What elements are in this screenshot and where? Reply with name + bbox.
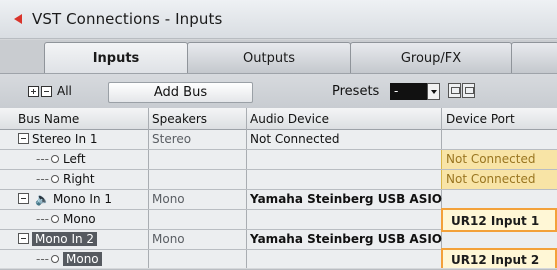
presets-label: Presets (332, 84, 380, 99)
save-preset-icon[interactable] (448, 83, 461, 98)
title-bar[interactable]: VST Connections - Inputs (0, 0, 557, 39)
channel-dot-icon (51, 215, 59, 223)
collapse-all-icon[interactable] (41, 85, 52, 97)
bus-name: Mono (63, 212, 96, 226)
header-bus-name[interactable]: Bus Name (18, 112, 79, 126)
bus-name: Left (63, 152, 86, 166)
all-label: All (57, 84, 72, 98)
bus-name-selected[interactable]: Mono (63, 252, 102, 266)
add-bus-button[interactable]: Add Bus (108, 82, 253, 103)
expand-all-control[interactable]: All (28, 84, 72, 98)
expand-all-icon[interactable] (28, 85, 39, 97)
delete-preset-icon[interactable] (462, 83, 475, 98)
device-port-cell[interactable]: Not Connected (441, 150, 557, 169)
audio-device[interactable]: Not Connected (250, 132, 339, 146)
header-device-port[interactable]: Device Port (446, 112, 515, 126)
steinberg-logo-icon (14, 14, 22, 24)
chevron-down-icon[interactable] (427, 83, 440, 100)
table-row[interactable]: Stereo In 1 Stereo Not Connected (0, 130, 557, 150)
tab-more[interactable] (511, 42, 557, 73)
speakers: Mono (152, 192, 185, 206)
tab-outputs[interactable]: Outputs (187, 42, 351, 73)
collapse-toggle-icon[interactable] (18, 233, 29, 244)
table-row[interactable]: Mono In 2 Mono Yamaha Steinberg USB ASIO (0, 230, 557, 250)
device-port-cell[interactable]: Not Connected (441, 170, 557, 189)
device-port: UR12 Input 2 (451, 253, 540, 267)
toolbar: All Add Bus Presets - (0, 73, 557, 109)
speakers: Stereo (152, 132, 192, 146)
device-port-cell-selected[interactable]: UR12 Input 2 (441, 248, 557, 268)
bus-name: Mono In 1 (52, 192, 113, 206)
tree-branch-icon: --- (36, 152, 49, 166)
table-row[interactable]: --- Mono UR12 Input 2 (0, 248, 557, 270)
collapse-toggle-icon[interactable] (18, 133, 29, 144)
header-speakers[interactable]: Speakers (152, 112, 207, 126)
vst-connections-window: VST Connections - Inputs Inputs Outputs … (0, 0, 557, 270)
device-port-cell-selected[interactable]: UR12 Input 1 (441, 208, 557, 232)
table-row[interactable]: --- Left Not Connected (0, 150, 557, 170)
bus-name-selected[interactable]: Mono In 2 (32, 232, 98, 246)
tab-bar: Inputs Outputs Group/FX (0, 40, 557, 73)
table-row[interactable]: --- Right Not Connected (0, 170, 557, 190)
tree-branch-icon: --- (36, 252, 49, 266)
collapse-toggle-icon[interactable] (18, 193, 29, 204)
speaker-icon: 🔈 (35, 192, 50, 206)
table-header: Bus Name Speakers Audio Device Device Po… (0, 108, 557, 130)
tree-branch-icon: --- (36, 172, 49, 186)
channel-dot-icon (51, 175, 59, 183)
device-port: UR12 Input 1 (451, 214, 540, 228)
header-audio-device[interactable]: Audio Device (250, 112, 329, 126)
table-row[interactable]: 🔈 Mono In 1 Mono Yamaha Steinberg USB ASI… (0, 190, 557, 210)
channel-dot-icon (51, 155, 59, 163)
speakers: Mono (152, 232, 185, 246)
audio-device[interactable]: Yamaha Steinberg USB ASIO (250, 192, 442, 206)
window-title: VST Connections - Inputs (32, 10, 223, 28)
tree-branch-icon: --- (36, 212, 49, 226)
tab-group-fx[interactable]: Group/FX (350, 42, 512, 73)
channel-dot-icon (51, 255, 59, 263)
table-row[interactable]: --- Mono UR12 Input 1 (0, 208, 557, 232)
connections-table: Bus Name Speakers Audio Device Device Po… (0, 108, 557, 270)
device-port: Not Connected (446, 172, 536, 186)
device-port: Not Connected (446, 152, 536, 166)
bus-name: Right (63, 172, 95, 186)
audio-device[interactable]: Yamaha Steinberg USB ASIO (250, 232, 442, 246)
bus-name: Stereo In 1 (32, 132, 98, 146)
tab-inputs[interactable]: Inputs (44, 42, 188, 73)
